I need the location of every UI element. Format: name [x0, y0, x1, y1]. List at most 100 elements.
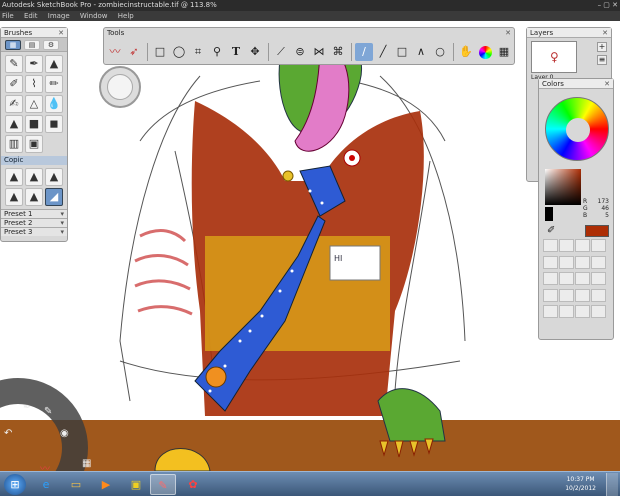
empty-swatch[interactable]: [559, 239, 574, 252]
menu-image[interactable]: Image: [48, 12, 70, 20]
paint-app-icon[interactable]: ✿: [180, 474, 206, 495]
circle-icon[interactable]: ○: [431, 43, 449, 61]
empty-swatch[interactable]: [591, 255, 606, 269]
system-clock[interactable]: 10:37 PM 10/2/2012: [565, 475, 596, 493]
polyline-icon[interactable]: ∧: [412, 43, 430, 61]
pencil-lagoon-icon[interactable]: ✎: [44, 406, 52, 417]
blur-drop-icon[interactable]: 💧: [45, 95, 63, 113]
empty-swatch[interactable]: [543, 255, 558, 269]
puck-center[interactable]: [107, 74, 133, 100]
eraser-hard-icon[interactable]: ■: [25, 115, 43, 133]
brush-settings-icon[interactable]: ⚙: [43, 40, 59, 50]
start-button-icon[interactable]: ⊞: [4, 474, 26, 495]
pan-zoom-puck[interactable]: [99, 66, 141, 108]
close-icon[interactable]: ✕: [505, 28, 511, 38]
eyedropper-icon[interactable]: ✐: [547, 225, 555, 236]
empty-swatch[interactable]: [559, 288, 574, 302]
menu-window[interactable]: Window: [80, 12, 108, 20]
empty-swatch[interactable]: [543, 288, 558, 302]
copic-marker-icon[interactable]: ▲: [45, 168, 63, 186]
pencil-brush-icon[interactable]: ✎: [5, 55, 23, 73]
move-icon[interactable]: ✥: [246, 43, 264, 61]
empty-swatch[interactable]: [591, 272, 606, 286]
copic-marker-icon[interactable]: ▲: [25, 188, 43, 206]
layer-lagoon-icon[interactable]: ▦: [82, 458, 91, 469]
sharpen-brush-icon[interactable]: ▲: [5, 115, 23, 133]
undo-lagoon-icon[interactable]: ↶: [4, 428, 12, 439]
rectangle-select-icon[interactable]: □: [151, 43, 169, 61]
zoom-icon[interactable]: ⚲: [208, 43, 226, 61]
fill-bucket-icon[interactable]: ▥: [5, 135, 23, 153]
eraser-soft-icon[interactable]: ◼: [45, 115, 63, 133]
lasso-icon[interactable]: ◯: [170, 43, 188, 61]
ballpoint-brush-icon[interactable]: ✐: [5, 75, 23, 93]
symmetry-xy-icon[interactable]: ⌘: [329, 43, 347, 61]
empty-swatch[interactable]: [575, 305, 590, 319]
smudge-icon[interactable]: ➶: [125, 43, 143, 61]
crop-icon[interactable]: ⌗: [189, 43, 207, 61]
brush-lagoon-icon[interactable]: ✒: [23, 402, 31, 413]
airbrush-icon[interactable]: ✏: [45, 75, 63, 93]
text-icon[interactable]: T: [227, 43, 245, 61]
ink-pen-brush-icon[interactable]: ✒: [25, 55, 43, 73]
smear-brush-icon[interactable]: △: [25, 95, 43, 113]
color-wheel[interactable]: [545, 97, 609, 161]
empty-swatch[interactable]: [575, 288, 590, 302]
saturation-square[interactable]: [545, 169, 581, 205]
close-icon[interactable]: ✕: [602, 28, 608, 38]
app-icon[interactable]: ▣: [123, 474, 149, 495]
copic-marker-icon[interactable]: ▲: [25, 168, 43, 186]
rectangle-icon[interactable]: □: [393, 43, 411, 61]
empty-swatch[interactable]: [543, 272, 558, 286]
layer-thumbnail[interactable]: ♀: [531, 41, 577, 73]
color-wheel-icon[interactable]: [476, 43, 494, 61]
current-color-swatch[interactable]: [585, 225, 609, 237]
empty-swatch[interactable]: [575, 272, 590, 286]
preset-2[interactable]: Preset 2 ▾: [1, 218, 67, 227]
close-icon[interactable]: ✕: [604, 79, 610, 89]
copic-marker-selected-icon[interactable]: ◢: [45, 188, 63, 206]
empty-swatch[interactable]: [559, 272, 574, 286]
preset-3[interactable]: Preset 3 ▾: [1, 227, 67, 236]
color-lagoon-icon[interactable]: ◉: [60, 428, 69, 439]
file-explorer-icon[interactable]: ▭: [63, 474, 89, 495]
preset-1[interactable]: Preset 1 ▾: [1, 209, 67, 218]
empty-swatch[interactable]: [543, 239, 558, 252]
layer-toggle-icon[interactable]: ▦: [495, 43, 513, 61]
line-curve-icon[interactable]: ∕: [355, 43, 373, 61]
line-icon[interactable]: ╱: [374, 43, 392, 61]
copic-marker-icon[interactable]: ▲: [5, 188, 23, 206]
menu-help[interactable]: Help: [118, 12, 134, 20]
menu-edit[interactable]: Edit: [24, 12, 38, 20]
empty-swatch[interactable]: [559, 305, 574, 319]
layer-options-icon[interactable]: ≡: [597, 55, 607, 65]
empty-swatch[interactable]: [543, 305, 558, 319]
copic-marker-icon[interactable]: ▲: [5, 168, 23, 186]
ellipse-guide-icon[interactable]: ⊜: [291, 43, 309, 61]
empty-swatch[interactable]: [575, 239, 590, 252]
ruler-icon[interactable]: ⟋: [272, 43, 290, 61]
menu-file[interactable]: File: [2, 12, 14, 20]
paintbrush-icon[interactable]: ⌇: [25, 75, 43, 93]
close-icon[interactable]: ✕: [58, 28, 64, 38]
empty-swatch[interactable]: [591, 239, 606, 252]
show-desktop-button[interactable]: [606, 473, 618, 496]
marker-brush-icon[interactable]: ▲: [45, 55, 63, 73]
empty-swatch[interactable]: [591, 305, 606, 319]
symmetry-icon[interactable]: ⋈: [310, 43, 328, 61]
texture-brush-icon[interactable]: ▣: [25, 135, 43, 153]
brush-stroke-icon[interactable]: 〰: [106, 43, 124, 61]
felt-pen-brush-icon[interactable]: ✍: [5, 95, 23, 113]
empty-swatch[interactable]: [559, 255, 574, 269]
copic-section-label[interactable]: Copic: [1, 156, 67, 165]
brush-library-tab-icon[interactable]: ▦: [5, 40, 21, 50]
window-controls[interactable]: – ▢ ✕: [598, 0, 618, 11]
media-player-icon[interactable]: ▶: [93, 474, 119, 495]
internet-explorer-icon[interactable]: e: [33, 474, 59, 495]
brush-library-tab-icon[interactable]: ▤: [24, 40, 40, 50]
black-swatch[interactable]: [545, 207, 553, 221]
add-layer-icon[interactable]: +: [597, 42, 607, 52]
hand-icon[interactable]: ✋: [457, 43, 475, 61]
sketchbook-taskbar-icon[interactable]: ✎: [150, 474, 176, 495]
empty-swatch[interactable]: [591, 288, 606, 302]
